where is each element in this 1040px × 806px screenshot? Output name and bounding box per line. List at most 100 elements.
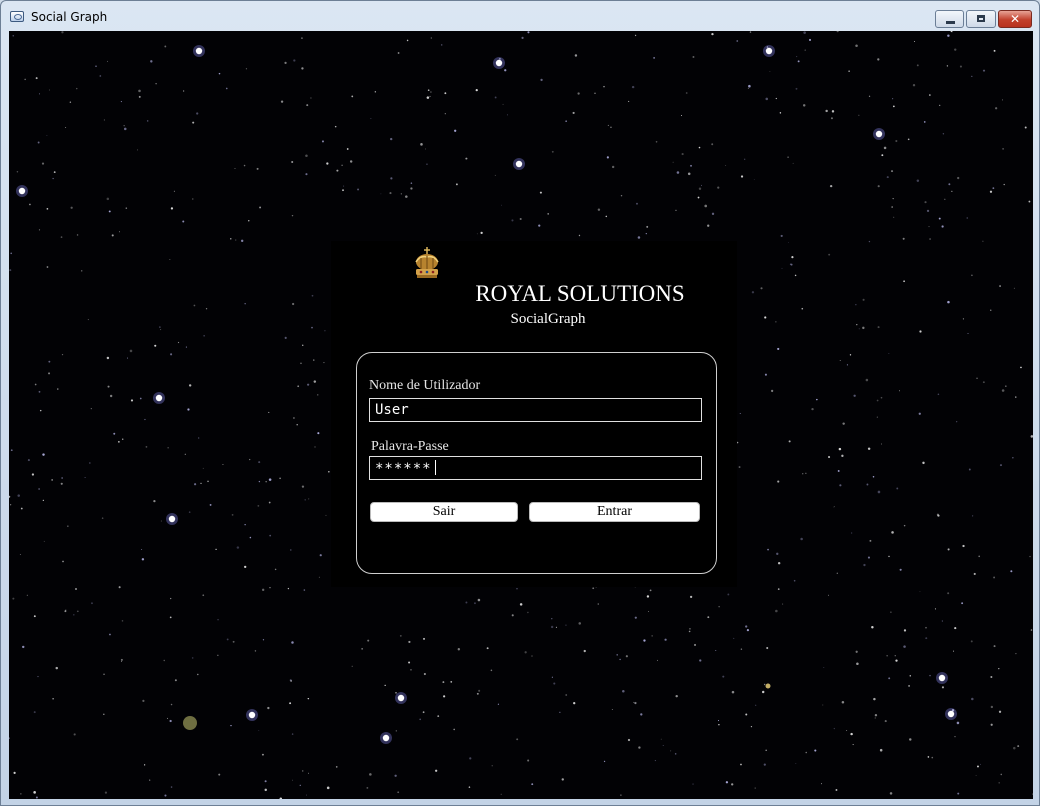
star bbox=[825, 109, 828, 113]
star bbox=[173, 190, 175, 192]
star bbox=[429, 95, 431, 97]
star bbox=[12, 34, 15, 37]
username-input[interactable]: User bbox=[369, 398, 702, 422]
star bbox=[978, 555, 980, 558]
maximize-button[interactable] bbox=[966, 10, 996, 28]
star bbox=[648, 610, 649, 612]
star bbox=[145, 445, 148, 448]
star bbox=[717, 186, 720, 189]
login-button[interactable]: Entrar bbox=[529, 502, 700, 522]
star bbox=[895, 659, 898, 662]
star bbox=[38, 229, 41, 231]
star bbox=[182, 220, 185, 223]
star bbox=[390, 137, 393, 141]
star bbox=[226, 638, 229, 641]
star bbox=[395, 691, 397, 694]
password-input[interactable]: ****** bbox=[369, 456, 702, 480]
star bbox=[494, 96, 497, 99]
star bbox=[880, 396, 883, 399]
star bbox=[918, 412, 921, 415]
star bbox=[863, 563, 866, 567]
star bbox=[317, 432, 320, 435]
star bbox=[903, 524, 906, 527]
star bbox=[188, 384, 192, 387]
star bbox=[1010, 570, 1013, 573]
star bbox=[342, 189, 344, 192]
star bbox=[638, 746, 641, 749]
star bbox=[127, 357, 128, 359]
star bbox=[38, 93, 40, 95]
star bbox=[519, 603, 523, 606]
star bbox=[243, 164, 246, 167]
star bbox=[972, 515, 974, 517]
star bbox=[646, 595, 650, 598]
star bbox=[674, 753, 677, 755]
star bbox=[291, 733, 294, 735]
star bbox=[141, 549, 143, 550]
star bbox=[740, 175, 744, 178]
star bbox=[989, 190, 993, 193]
star bbox=[944, 198, 946, 200]
star bbox=[993, 645, 996, 648]
star bbox=[465, 157, 468, 160]
star bbox=[170, 703, 173, 706]
star bbox=[953, 650, 955, 652]
star bbox=[76, 234, 79, 236]
star bbox=[565, 624, 567, 626]
minimize-button[interactable] bbox=[935, 10, 964, 28]
star bbox=[776, 552, 779, 556]
star bbox=[262, 639, 265, 641]
star bbox=[311, 294, 314, 297]
star bbox=[993, 576, 996, 579]
star bbox=[218, 773, 221, 776]
star bbox=[660, 738, 662, 740]
star bbox=[164, 794, 167, 797]
star bbox=[65, 127, 67, 128]
star bbox=[426, 96, 430, 99]
star bbox=[929, 238, 931, 240]
star bbox=[41, 162, 45, 165]
star bbox=[948, 183, 951, 186]
star bbox=[941, 686, 945, 689]
star bbox=[495, 59, 503, 67]
star bbox=[169, 616, 172, 619]
star bbox=[855, 44, 858, 47]
star bbox=[122, 438, 124, 440]
star bbox=[916, 179, 920, 182]
star bbox=[868, 95, 871, 98]
star bbox=[748, 84, 751, 88]
star bbox=[31, 473, 35, 476]
star bbox=[1002, 99, 1003, 101]
star bbox=[745, 713, 748, 716]
exit-button[interactable]: Sair bbox=[370, 502, 518, 522]
star bbox=[947, 548, 950, 551]
star bbox=[37, 141, 40, 144]
star bbox=[268, 478, 272, 481]
star bbox=[993, 49, 996, 52]
star bbox=[17, 494, 20, 497]
star bbox=[954, 736, 956, 738]
star bbox=[222, 464, 224, 465]
star bbox=[765, 97, 769, 101]
star bbox=[75, 588, 77, 590]
star bbox=[410, 187, 413, 190]
star bbox=[877, 185, 880, 188]
star bbox=[55, 666, 58, 670]
star bbox=[230, 238, 232, 240]
star bbox=[640, 713, 643, 716]
star bbox=[269, 587, 271, 589]
star bbox=[109, 394, 113, 398]
star bbox=[306, 794, 308, 796]
star bbox=[959, 65, 962, 68]
star bbox=[947, 300, 950, 304]
star bbox=[240, 239, 244, 243]
title-bar[interactable]: Social Graph ✕ bbox=[1, 1, 1039, 31]
star bbox=[516, 738, 519, 741]
star bbox=[998, 668, 1000, 670]
star bbox=[788, 440, 791, 443]
star bbox=[1029, 555, 1031, 558]
close-button[interactable]: ✕ bbox=[998, 10, 1032, 28]
star bbox=[1012, 457, 1014, 459]
star bbox=[849, 354, 852, 356]
star bbox=[761, 690, 765, 694]
